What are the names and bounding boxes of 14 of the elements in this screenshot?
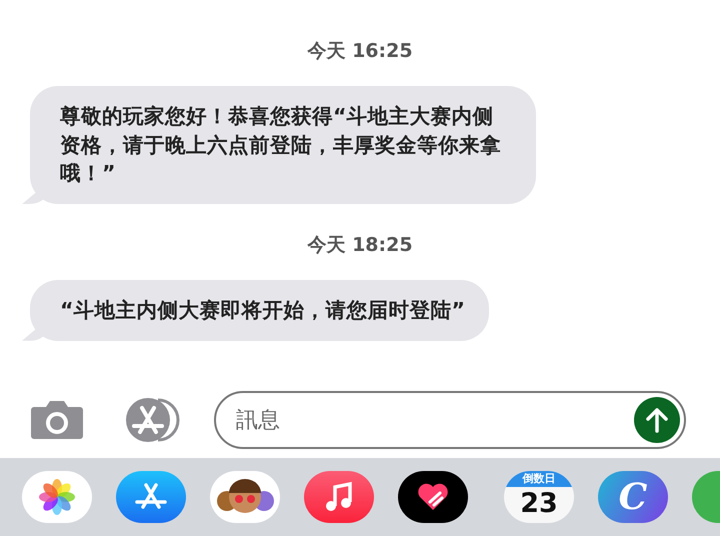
- timestamp: 今天 16:25: [307, 39, 413, 64]
- photos-app-icon[interactable]: [22, 471, 92, 523]
- message-bubble: 尊敬的玩家您好！恭喜您获得“斗地主大赛内侧资格，请于晚上六点前登陆，丰厚奖金等你来拿哦！”: [22, 86, 536, 204]
- message-bubble: “斗地主内侧大赛即将开始，请您届时登陆”: [22, 280, 489, 341]
- timestamp: 今天 18:25: [307, 233, 413, 258]
- app-store-app-icon[interactable]: [116, 471, 186, 523]
- music-note-icon[interactable]: [304, 471, 374, 523]
- heart-app-icon[interactable]: [398, 471, 468, 523]
- message-input-field[interactable]: 訊息: [214, 391, 686, 449]
- countdown-app-icon[interactable]: 倒数日 23: [504, 471, 574, 523]
- camera-icon[interactable]: [30, 399, 84, 441]
- arrow-up-icon: [645, 407, 669, 433]
- letter-app-icon[interactable]: C: [598, 471, 668, 523]
- cartoon-avatars-icon[interactable]: [210, 471, 280, 523]
